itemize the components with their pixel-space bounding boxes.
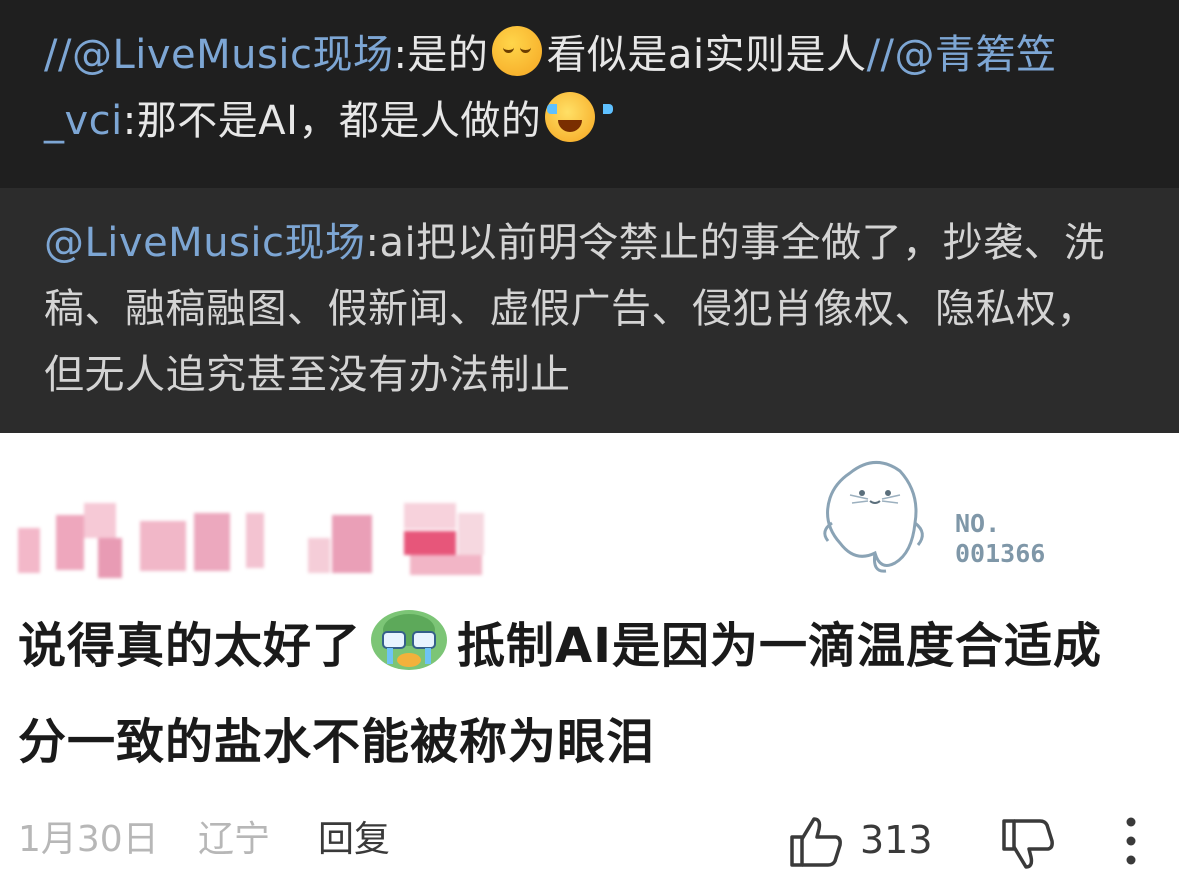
thumbs-down-icon[interactable] — [1000, 817, 1056, 871]
badge-number: NO. 001366 — [955, 509, 1045, 569]
comment-location: 辽宁 — [198, 819, 271, 860]
reply-button[interactable]: 回复 — [318, 815, 390, 865]
thumbs-up-icon[interactable] — [788, 815, 844, 869]
crying-duck-sticker-icon — [367, 606, 451, 676]
repost-text-bottom: @LiveMusic现场:ai把以前明令禁止的事全做了，抄袭、洗稿、融稿融图、假… — [44, 210, 1114, 408]
comment-footer: 1月30日 辽宁 回复 313 — [18, 815, 1158, 875]
comment-date: 1月30日 — [18, 819, 159, 860]
username-blurred[interactable] — [18, 503, 484, 588]
repost-original-post: @LiveMusic现场:ai把以前明令禁止的事全做了，抄袭、洗稿、融稿融图、假… — [0, 188, 1179, 433]
repost-text-segment: :是的 — [393, 32, 489, 78]
badge-label: NO. — [955, 509, 1001, 538]
repost-chain-top: //@LiveMusic现场:是的 看似是ai实则是人//@青箬笠_vci:那不是… — [0, 0, 1179, 188]
badge-serial: 001366 — [955, 539, 1046, 568]
laughing-crying-emoji-icon — [545, 92, 614, 142]
comment-card: NO. 001366 说得真的太好了 抵制AI是因为一滴温度合适成分一致的盐水不… — [0, 433, 1179, 884]
repost-text-top: //@LiveMusic现场:是的 看似是ai实则是人//@青箬笠_vci:那不是… — [44, 22, 1144, 154]
mention-livemusic[interactable]: //@LiveMusic现场 — [44, 32, 393, 78]
mention-livemusic[interactable]: @LiveMusic现场 — [44, 220, 366, 266]
pensive-emoji-icon — [492, 26, 543, 76]
comment-text-part-1: 说得真的太好了 — [18, 618, 362, 674]
seal-mascot-icon — [823, 461, 924, 573]
repost-text-segment: 看似是ai实则是人 — [546, 32, 867, 78]
fan-badge[interactable]: NO. 001366 — [820, 453, 1080, 593]
more-options-icon[interactable] — [1124, 815, 1138, 867]
comment-body: 说得真的太好了 抵制AI是因为一滴温度合适成分一致的盐水不能被称为眼泪 — [18, 598, 1128, 790]
repost-text-segment: :那不是AI，都是人做的 — [122, 98, 542, 144]
like-count: 313 — [860, 818, 933, 862]
